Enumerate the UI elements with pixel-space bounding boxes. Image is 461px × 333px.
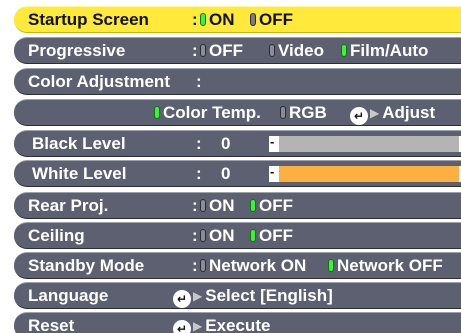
row-black-level[interactable]: Black Level : 0 - + [14, 130, 461, 157]
rear-proj-label: Rear Proj. [28, 196, 109, 215]
option-label: Video [278, 41, 324, 60]
enter-key-icon: ↵ [173, 290, 191, 308]
colon: : [192, 10, 198, 29]
action-label: Select [205, 286, 256, 305]
color-temp-option[interactable]: Color Temp. [154, 103, 261, 123]
white-level-slider[interactable]: - + [269, 164, 461, 182]
black-level-value: 0 [221, 134, 231, 153]
language-label: Language [28, 286, 109, 305]
colon: : [196, 72, 202, 91]
minus-icon: - [270, 134, 275, 149]
progressive-video-option[interactable]: Video [269, 41, 324, 61]
color-adjustment-label: Color Adjustment [28, 72, 170, 91]
option-label: Color Temp. [163, 103, 261, 122]
action-label: Adjust [382, 103, 436, 122]
indicator-off-icon [269, 44, 275, 57]
progressive-film-auto-option[interactable]: Film/Auto [341, 41, 428, 61]
indicator-off-icon [200, 199, 206, 212]
network-on-option[interactable]: Network ON [200, 256, 306, 276]
option-label: OFF [259, 10, 293, 29]
rear-proj-off-option[interactable]: OFF [250, 196, 293, 216]
language-select-action[interactable]: ↵ ▶ Select [English] [173, 286, 333, 308]
option-label: Film/Auto [350, 41, 429, 60]
colon: : [192, 196, 198, 215]
colon: : [196, 134, 202, 153]
colon: : [192, 226, 198, 245]
row-startup-screen[interactable]: Startup Screen : ON OFF [14, 6, 461, 33]
row-ceiling[interactable]: Ceiling : ON OFF [14, 222, 461, 249]
arrow-right-icon: ▶ [193, 289, 203, 303]
white-level-value: 0 [221, 164, 231, 183]
indicator-off-icon [280, 106, 286, 119]
settings-menu: Startup Screen : ON OFF Progressive : OF… [0, 0, 461, 333]
rear-proj-on-option[interactable]: ON [200, 196, 235, 216]
indicator-off-icon [200, 229, 206, 242]
indicator-on-icon [250, 199, 256, 212]
option-label: OFF [209, 41, 243, 60]
arrow-right-icon: ▶ [193, 319, 203, 333]
indicator-on-icon [328, 259, 334, 272]
ceiling-off-option[interactable]: OFF [250, 226, 293, 246]
row-color-mode[interactable]: Color Temp. RGB ↵ ▶ Adjust [14, 99, 461, 126]
arrow-right-icon: ▶ [370, 106, 380, 120]
black-level-slider[interactable]: - + [269, 134, 461, 152]
row-standby-mode[interactable]: Standby Mode : Network ON Network OFF [14, 252, 461, 279]
startup-off-option[interactable]: OFF [250, 10, 293, 30]
indicator-on-icon [250, 229, 256, 242]
indicator-on-icon [341, 44, 347, 57]
enter-key-icon: ↵ [173, 320, 191, 333]
ceiling-label: Ceiling [28, 226, 85, 245]
indicator-off-icon [200, 44, 206, 57]
action-label: Execute [205, 316, 271, 333]
colon: : [196, 164, 202, 183]
row-rear-proj[interactable]: Rear Proj. : ON OFF [14, 192, 461, 219]
colon: : [192, 41, 198, 60]
colon: : [192, 256, 198, 275]
reset-execute-action[interactable]: ↵ ▶ Execute [173, 316, 270, 333]
indicator-on-icon [154, 106, 160, 119]
option-label: Network OFF [337, 256, 443, 275]
indicator-on-icon [200, 13, 206, 26]
minus-icon: - [270, 164, 275, 179]
option-label: RGB [289, 103, 327, 122]
rgb-option[interactable]: RGB [280, 103, 327, 123]
white-level-label: White Level [32, 164, 127, 183]
network-off-option[interactable]: Network OFF [328, 256, 443, 276]
white-level-bar-fill [279, 166, 459, 182]
ceiling-on-option[interactable]: ON [200, 226, 235, 246]
enter-key-icon: ↵ [350, 107, 368, 125]
option-label: ON [209, 226, 235, 245]
reset-label: Reset [28, 316, 75, 333]
black-level-label: Black Level [32, 134, 126, 153]
option-label: Network ON [209, 256, 307, 275]
startup-on-option[interactable]: ON [200, 10, 235, 30]
option-label: OFF [259, 196, 293, 215]
row-progressive[interactable]: Progressive : OFF Video Film/Auto [14, 37, 461, 64]
option-label: OFF [259, 226, 293, 245]
startup-screen-label: Startup Screen [28, 10, 149, 29]
indicator-off-icon [250, 13, 256, 26]
indicator-off-icon [200, 259, 206, 272]
current-language: [English] [260, 286, 333, 305]
adjust-action[interactable]: ↵ ▶ Adjust [350, 103, 435, 125]
row-language[interactable]: Language ↵ ▶ Select [English] [14, 282, 461, 309]
row-color-adjustment[interactable]: Color Adjustment : [14, 68, 461, 95]
progressive-off-option[interactable]: OFF [200, 41, 243, 61]
row-reset[interactable]: Reset ↵ ▶ Execute [14, 312, 461, 333]
standby-mode-label: Standby Mode [28, 256, 145, 275]
progressive-label: Progressive [28, 41, 126, 60]
option-label: ON [209, 10, 235, 29]
option-label: ON [209, 196, 235, 215]
black-level-bar-fill [279, 136, 459, 152]
row-white-level[interactable]: White Level : 0 - + [14, 160, 461, 187]
